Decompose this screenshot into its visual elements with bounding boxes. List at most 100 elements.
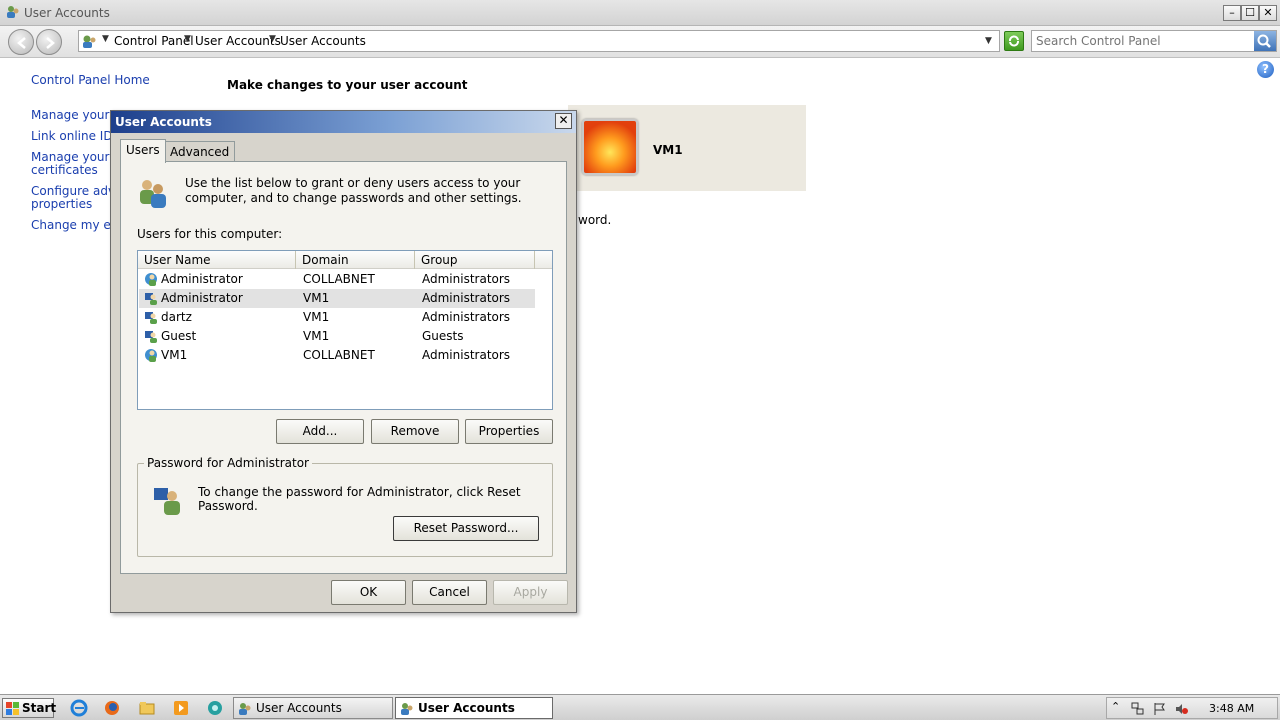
table-row[interactable]: Administrator COLLABNET Administrators: [139, 270, 535, 289]
apply-button[interactable]: Apply: [493, 580, 568, 605]
user-name-cell: VM1: [161, 348, 188, 362]
volume-muted-icon[interactable]: [1175, 702, 1189, 716]
link-online-ids-link[interactable]: Link online IDs: [31, 130, 119, 143]
search-input[interactable]: [1036, 33, 1246, 49]
password-group-title: Password for Administrator: [144, 456, 312, 470]
reset-password-button[interactable]: Reset Password...: [393, 516, 539, 541]
show-hidden-icons-icon[interactable]: ⌃: [1111, 700, 1120, 713]
back-button[interactable]: [8, 29, 34, 55]
domain-user-icon: [145, 349, 157, 362]
add-user-button[interactable]: Add...: [276, 419, 364, 444]
start-label: Start: [22, 701, 57, 715]
refresh-icon: [1009, 35, 1019, 47]
search-box[interactable]: [1031, 30, 1277, 52]
user-name-cell: dartz: [161, 310, 192, 324]
table-row[interactable]: dartz VM1 Administrators: [139, 308, 535, 327]
password-instructions: To change the password for Administrator…: [198, 485, 521, 513]
breadcrumb-chevron-icon[interactable]: ▼: [269, 34, 276, 44]
user-accounts-icon: [239, 703, 251, 715]
address-dropdown-icon[interactable]: ▼: [985, 36, 992, 46]
manage-file-certificates-link-line2[interactable]: certificates: [31, 164, 98, 177]
address-bar[interactable]: ▼ Control Panel ▼ User Accounts ▼ User A…: [78, 30, 1000, 52]
domain-cell: VM1: [303, 310, 330, 324]
local-user-icon: [145, 312, 157, 324]
intro-description: Use the list below to grant or deny user…: [185, 176, 522, 205]
page-heading: Make changes to your user account: [227, 78, 468, 92]
dialog-title-bar[interactable]: User Accounts ✕: [111, 111, 576, 133]
taskbar: Start User Accounts User Accounts ⌃ 3:48…: [0, 694, 1280, 720]
search-icon: [1257, 34, 1271, 48]
cancel-button[interactable]: Cancel: [412, 580, 487, 605]
search-button[interactable]: [1254, 31, 1276, 51]
ok-button[interactable]: OK: [331, 580, 406, 605]
user-avatar[interactable]: [582, 119, 638, 175]
remove-user-button[interactable]: Remove: [371, 419, 459, 444]
breadcrumb-chevron-icon[interactable]: ▼: [184, 34, 191, 44]
refresh-button[interactable]: [1004, 31, 1024, 51]
user-name-cell: Administrator: [161, 272, 243, 286]
network-icon[interactable]: [1131, 702, 1145, 716]
action-center-flag-icon[interactable]: [1153, 702, 1167, 716]
breadcrumb-chevron-icon[interactable]: ▼: [102, 34, 109, 44]
back-arrow-icon: [17, 37, 26, 49]
clock[interactable]: 3:48 AM: [1209, 702, 1254, 715]
user-name-cell: Administrator: [161, 291, 243, 305]
group-cell: Administrators: [422, 310, 511, 324]
group-cell: Administrators: [422, 291, 511, 305]
start-button[interactable]: Start: [2, 698, 57, 718]
minimize-button[interactable]: –: [1223, 5, 1241, 21]
local-user-icon: [145, 331, 157, 343]
users-list[interactable]: User Name Domain Group Administrator COL…: [137, 250, 553, 410]
users-tab-panel: Use the list below to grant or deny user…: [120, 161, 567, 574]
taskbar-item-user-accounts-1[interactable]: User Accounts: [233, 697, 393, 719]
user-accounts-app-icon: [7, 6, 19, 18]
media-player-icon[interactable]: [172, 699, 190, 717]
users-group-icon: [140, 180, 166, 208]
password-group: Password for Administrator To change the…: [137, 456, 553, 557]
user-account-panel: VM1: [568, 105, 806, 191]
properties-button[interactable]: Properties: [465, 419, 553, 444]
domain-cell: COLLABNET: [303, 272, 375, 286]
control-panel-home-link[interactable]: Control Panel Home: [31, 74, 150, 87]
navigation-bar: ▼ Control Panel ▼ User Accounts ▼ User A…: [0, 26, 1280, 58]
maximize-button[interactable]: ☐: [1241, 5, 1259, 21]
system-tray: ⌃ 3:48 AM: [1106, 697, 1278, 719]
control-panel-window: User Accounts – ☐ ✕ ▼ Control Panel ▼ Us…: [0, 0, 1280, 694]
breadcrumb-control-panel[interactable]: Control Panel: [114, 34, 194, 48]
messenger-icon[interactable]: [206, 699, 224, 717]
forward-button[interactable]: [36, 29, 62, 55]
group-cell: Administrators: [422, 348, 511, 362]
help-icon[interactable]: ?: [1257, 61, 1274, 78]
partial-password-text: word.: [578, 213, 612, 227]
group-cell: Guests: [422, 329, 464, 343]
configure-advanced-properties-link-line2[interactable]: properties: [31, 198, 92, 211]
table-row[interactable]: Administrator VM1 Administrators: [139, 289, 535, 308]
title-bar[interactable]: User Accounts – ☐ ✕: [0, 0, 1280, 26]
breadcrumb-user-accounts-2[interactable]: User Accounts: [280, 34, 366, 48]
window-title: User Accounts: [24, 6, 110, 20]
table-row[interactable]: Guest VM1 Guests: [139, 327, 535, 346]
dialog-close-button[interactable]: ✕: [555, 113, 572, 129]
folder-icon[interactable]: [138, 699, 156, 717]
column-header-domain[interactable]: Domain: [296, 251, 415, 269]
user-account-name: VM1: [653, 143, 683, 157]
firefox-icon[interactable]: [103, 699, 121, 717]
internet-explorer-icon[interactable]: [70, 699, 88, 717]
group-cell: Administrators: [422, 272, 511, 286]
taskbar-item-user-accounts-2[interactable]: User Accounts: [395, 697, 553, 719]
control-panel-icon: [83, 35, 96, 48]
user-password-icon: [154, 488, 180, 515]
domain-user-icon: [145, 273, 157, 286]
close-window-button[interactable]: ✕: [1259, 5, 1277, 21]
table-row[interactable]: VM1 COLLABNET Administrators: [139, 346, 535, 365]
breadcrumb-user-accounts-1[interactable]: User Accounts: [195, 34, 281, 48]
domain-cell: COLLABNET: [303, 348, 375, 362]
tab-users[interactable]: Users: [120, 139, 166, 163]
column-header-group[interactable]: Group: [415, 251, 535, 269]
column-header-user-name[interactable]: User Name: [138, 251, 296, 269]
domain-cell: VM1: [303, 291, 330, 305]
user-name-cell: Guest: [161, 329, 197, 343]
tab-advanced[interactable]: Advanced: [164, 141, 236, 162]
user-accounts-dialog: User Accounts ✕ Users Advanced Use the l…: [110, 110, 577, 613]
windows-logo-icon: [6, 702, 19, 715]
